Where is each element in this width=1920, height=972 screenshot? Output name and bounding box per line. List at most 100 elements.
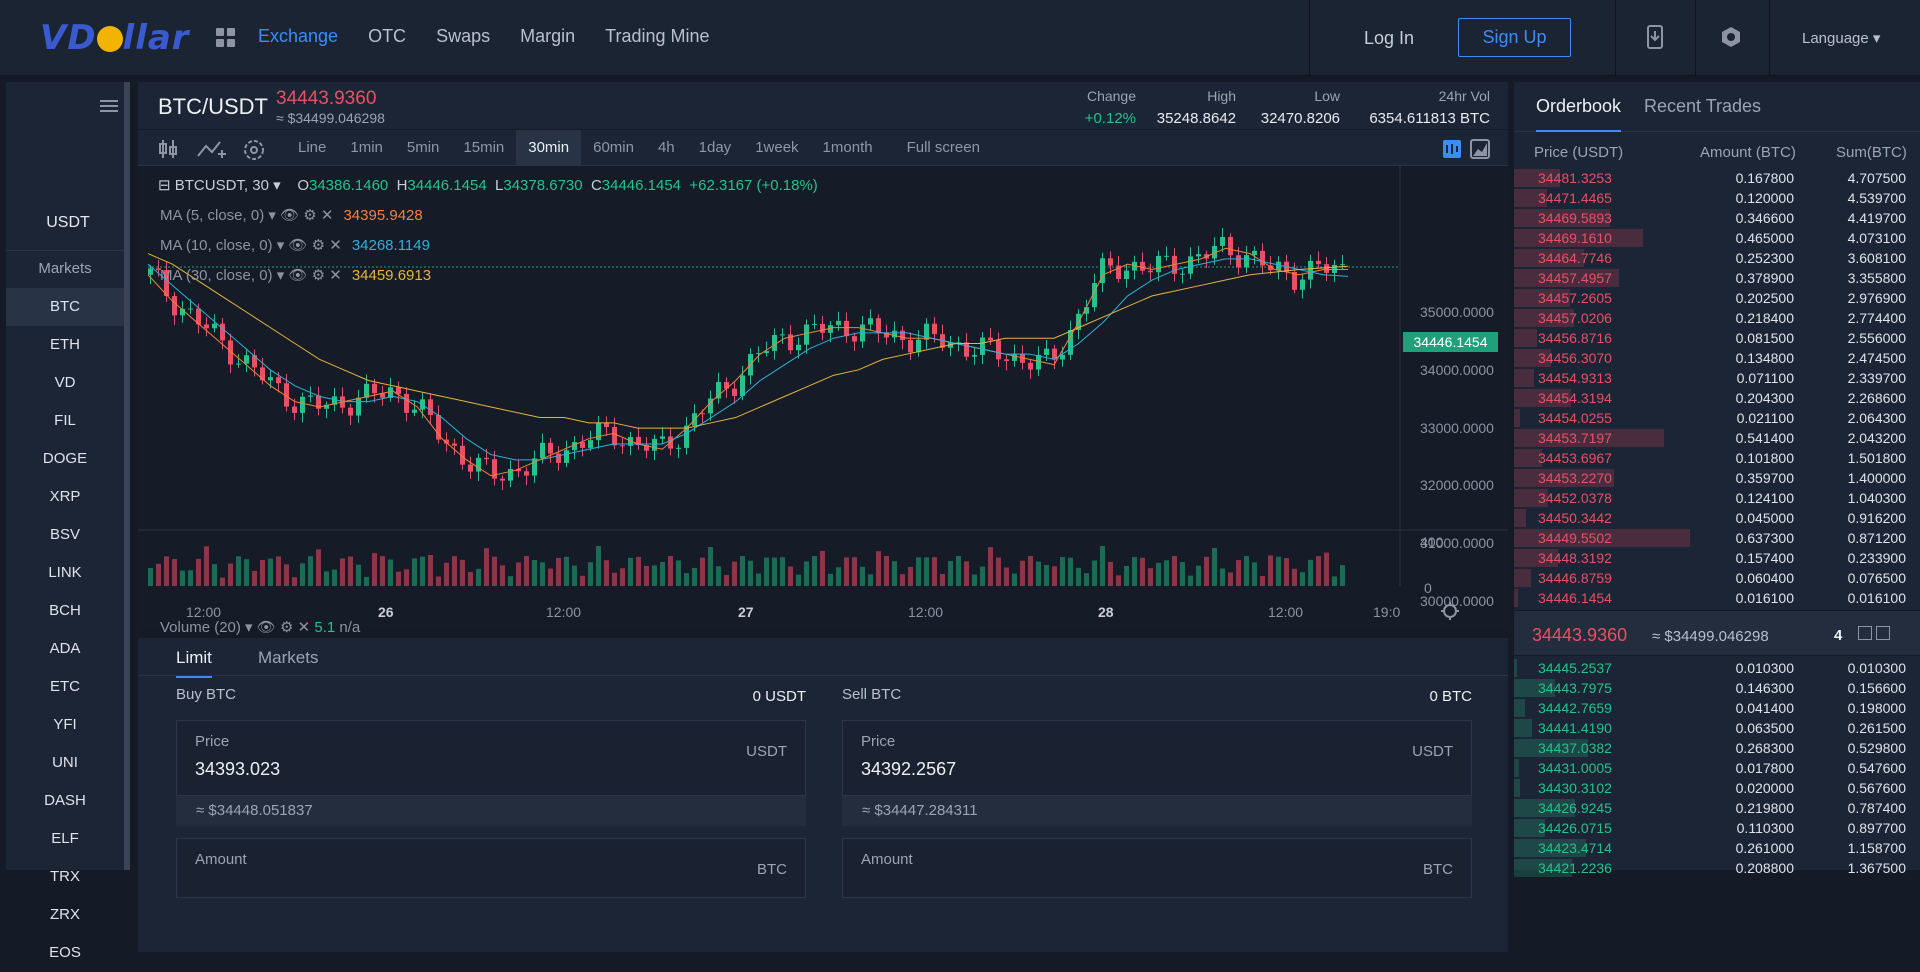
tab-recent-trades[interactable]: Recent Trades (1644, 96, 1761, 117)
sidebar-item-elf[interactable]: ELF (6, 820, 124, 858)
interval-tab[interactable]: 60min (581, 130, 646, 166)
sidebar-item-vd[interactable]: VD (6, 364, 124, 402)
orderbook-row[interactable]: 34457.2605 0.202500 2.976900 (1514, 288, 1920, 308)
sell-price-input[interactable]: Price 34392.2567 USDT (842, 720, 1472, 796)
download-app-icon[interactable] (1647, 25, 1663, 49)
orderbook-row[interactable]: 34448.3192 0.157400 0.233900 (1514, 548, 1920, 568)
orderbook-row[interactable]: 34442.7659 0.041400 0.198000 (1514, 698, 1920, 718)
tab-markets[interactable]: Markets (258, 648, 318, 668)
interval-tab[interactable]: 30min (516, 130, 582, 166)
orderbook-row[interactable]: 34450.3442 0.045000 0.916200 (1514, 508, 1920, 528)
orderbook-row[interactable]: 34446.1454 0.016100 0.016100 (1514, 588, 1920, 608)
orderbook-row[interactable]: 34446.8759 0.060400 0.076500 (1514, 568, 1920, 588)
sidebar-item-xrp[interactable]: XRP (6, 478, 124, 516)
orderbook-row[interactable]: 34426.9245 0.219800 0.787400 (1514, 798, 1920, 818)
language-select[interactable]: Language ▾ (1802, 29, 1880, 47)
depth-chart-icon[interactable] (1470, 139, 1490, 159)
nav-margin[interactable]: Margin (520, 26, 575, 47)
orderbook-row[interactable]: 34454.0255 0.021100 2.064300 (1514, 408, 1920, 428)
nav-swaps[interactable]: Swaps (436, 26, 490, 47)
sidebar-item-trx[interactable]: TRX (6, 858, 124, 896)
orderbook-row[interactable]: 34457.4957 0.378900 3.355800 (1514, 268, 1920, 288)
orderbook-row[interactable]: 34469.5893 0.346600 4.419700 (1514, 208, 1920, 228)
signup-button[interactable]: Sign Up (1458, 18, 1571, 57)
interval-tab[interactable]: Line (286, 130, 338, 166)
minus-icon[interactable] (1876, 626, 1890, 640)
orderbook-row[interactable]: 34453.7197 0.541400 2.043200 (1514, 428, 1920, 448)
tab-limit[interactable]: Limit (176, 648, 212, 678)
orderbook-row[interactable]: 34456.8716 0.081500 2.556000 (1514, 328, 1920, 348)
interval-tab[interactable]: 1min (338, 130, 395, 166)
candlestick-chart[interactable] (138, 166, 1508, 626)
brand-logo[interactable]: VD llar (40, 18, 190, 58)
interval-tab[interactable]: Full screen (895, 130, 992, 166)
nav-otc[interactable]: OTC (368, 26, 406, 47)
volume-legend[interactable]: Volume (20) ▾ 👁 ⚙ ✕ 5.1 n/a (160, 618, 360, 636)
orderbook-row[interactable]: 34430.3102 0.020000 0.567600 (1514, 778, 1920, 798)
orderbook-row[interactable]: 34426.0715 0.110300 0.897700 (1514, 818, 1920, 838)
tab-orderbook[interactable]: Orderbook (1536, 96, 1622, 132)
sidebar-item-zrx[interactable]: ZRX (6, 896, 124, 934)
orderbook-row[interactable]: 34421.2236 0.208800 1.367500 (1514, 858, 1920, 878)
sell-amount-input[interactable]: Amount BTC (842, 838, 1472, 898)
interval-tab[interactable]: 15min (451, 130, 516, 166)
orderbook-row[interactable]: 34471.4465 0.120000 4.539700 (1514, 188, 1920, 208)
orderbook-row[interactable]: 34454.3194 0.204300 2.268600 (1514, 388, 1920, 408)
ma5-legend[interactable]: MA (5, close, 0) ▾ 👁 ⚙ ✕ 34395.9428 (160, 206, 423, 224)
chart-type-icon[interactable]: ⊟ (158, 177, 171, 194)
sidebar-scrollbar[interactable] (124, 82, 130, 870)
orderbook-row[interactable]: 34452.0378 0.124100 1.040300 (1514, 488, 1920, 508)
nav-exchange[interactable]: Exchange (258, 26, 338, 47)
orderbook-row[interactable]: 34445.2537 0.010300 0.010300 (1514, 658, 1920, 678)
sidebar-item-doge[interactable]: DOGE (6, 440, 124, 478)
chart-settings-icon[interactable] (242, 138, 266, 162)
orderbook-row[interactable]: 34457.0206 0.218400 2.774400 (1514, 308, 1920, 328)
sidebar-item-link[interactable]: LINK (6, 554, 124, 592)
tradingview-chart-icon[interactable] (1442, 139, 1462, 159)
orderbook-row[interactable]: 34423.4714 0.261000 1.158700 (1514, 838, 1920, 858)
orderbook-row[interactable]: 34437.0382 0.268300 0.529800 (1514, 738, 1920, 758)
orderbook-row[interactable]: 34453.2270 0.359700 1.400000 (1514, 468, 1920, 488)
nav-trading-mine[interactable]: Trading Mine (605, 26, 709, 47)
sidebar-item-dash[interactable]: DASH (6, 782, 124, 820)
interval-tab[interactable]: 5min (395, 130, 452, 166)
orderbook-row[interactable]: 34454.9313 0.071100 2.339700 (1514, 368, 1920, 388)
time-settings-icon[interactable] (1440, 601, 1460, 621)
sidebar-item-ada[interactable]: ADA (6, 630, 124, 668)
interval-tab[interactable]: 1month (811, 130, 885, 166)
interval-tab[interactable]: 4h (646, 130, 687, 166)
orderbook-row[interactable]: 34453.6967 0.101800 1.501800 (1514, 448, 1920, 468)
sidebar-item-yfi[interactable]: YFI (6, 706, 124, 744)
indicators-icon[interactable] (196, 138, 226, 160)
orderbook-row[interactable]: 34449.5502 0.637300 0.871200 (1514, 528, 1920, 548)
settings-icon[interactable] (1720, 26, 1742, 48)
candle-type-icon[interactable] (158, 138, 180, 160)
orderbook-row[interactable]: 34441.4190 0.063500 0.261500 (1514, 718, 1920, 738)
orderbook-row[interactable]: 34443.7975 0.146300 0.156600 (1514, 678, 1920, 698)
interval-tab[interactable]: 1week (743, 130, 810, 166)
quote-currency-tab[interactable]: USDT (6, 214, 130, 232)
orderbook-row[interactable]: 34464.7746 0.252300 3.608100 (1514, 248, 1920, 268)
orderbook-row[interactable]: 34481.3253 0.167800 4.707500 (1514, 168, 1920, 188)
interval-tab[interactable]: 1day (687, 130, 744, 166)
ma10-legend[interactable]: MA (10, close, 0) ▾ 👁 ⚙ ✕ 34268.1149 (160, 236, 430, 254)
plus-icon[interactable] (1858, 626, 1872, 640)
sidebar-item-uni[interactable]: UNI (6, 744, 124, 782)
orderbook-row[interactable]: 34456.3070 0.134800 2.474500 (1514, 348, 1920, 368)
sidebar-item-etc[interactable]: ETC (6, 668, 124, 706)
sidebar-item-bsv[interactable]: BSV (6, 516, 124, 554)
buy-amount-input[interactable]: Amount BTC (176, 838, 806, 898)
ma30-legend[interactable]: MA (30, close, 0) ▾ 👁 ⚙ ✕ 34459.6913 (160, 266, 431, 284)
orderbook-row[interactable]: 34469.1610 0.465000 4.073100 (1514, 228, 1920, 248)
price-chart[interactable]: ⊟ BTCUSDT, 30 ▾ O34386.1460 H34446.1454 … (138, 166, 1508, 636)
orderbook-row[interactable]: 34431.0005 0.017800 0.547600 (1514, 758, 1920, 778)
collapse-menu-icon[interactable] (100, 100, 118, 113)
sidebar-item-eos[interactable]: EOS (6, 934, 124, 972)
sidebar-item-fil[interactable]: FIL (6, 402, 124, 440)
login-link[interactable]: Log In (1364, 28, 1414, 49)
sidebar-item-btc[interactable]: BTC (6, 288, 124, 326)
sidebar-item-bch[interactable]: BCH (6, 592, 124, 630)
apps-grid-icon[interactable] (216, 28, 236, 48)
buy-price-input[interactable]: Price 34393.023 USDT (176, 720, 806, 796)
sidebar-item-eth[interactable]: ETH (6, 326, 124, 364)
